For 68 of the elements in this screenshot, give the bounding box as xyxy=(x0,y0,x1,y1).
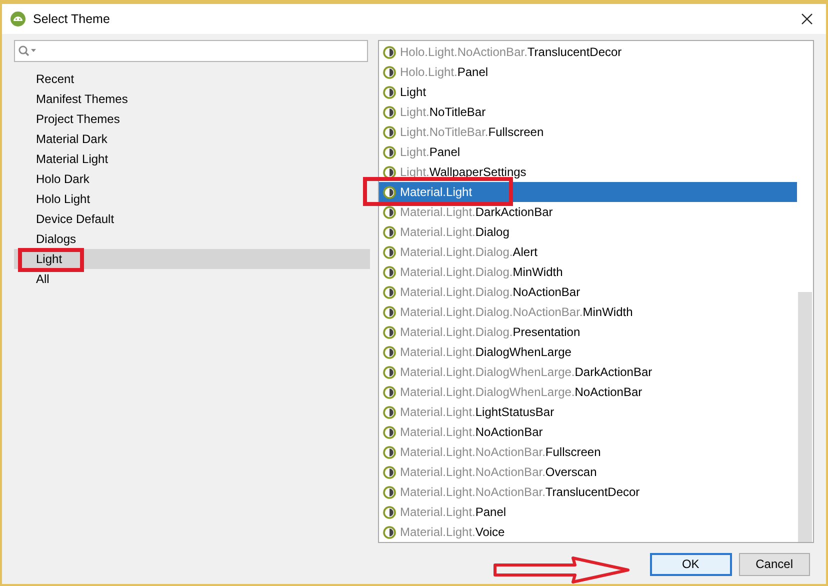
search-icon xyxy=(18,45,38,57)
theme-item[interactable]: Material.Light.Dialog xyxy=(379,222,797,242)
theme-icon xyxy=(383,326,396,338)
theme-icon xyxy=(383,106,396,118)
theme-icon xyxy=(383,206,396,218)
search-field[interactable] xyxy=(14,40,368,62)
theme-icon xyxy=(383,486,396,498)
theme-icon xyxy=(383,506,396,518)
theme-icon xyxy=(383,406,396,418)
theme-item[interactable]: Material.Light.Dialog.Presentation xyxy=(379,322,797,342)
theme-icon xyxy=(383,146,396,158)
theme-icon xyxy=(383,466,396,478)
scrollbar-thumb[interactable] xyxy=(798,292,812,542)
theme-item[interactable]: Material.Light.DialogWhenLarge.DarkActionBar xyxy=(379,362,797,382)
theme-icon xyxy=(383,446,396,458)
category-item[interactable]: All xyxy=(14,269,370,289)
theme-icon xyxy=(383,46,396,58)
category-item[interactable]: Manifest Themes xyxy=(14,89,370,109)
theme-item[interactable]: Material.Light.Panel xyxy=(379,502,797,522)
theme-item[interactable]: Material.Light.Dialog.MinWidth xyxy=(379,262,797,282)
category-item[interactable]: Holo Dark xyxy=(14,169,370,189)
theme-item[interactable]: Material.Light xyxy=(379,182,797,202)
dialog-button[interactable]: OK xyxy=(650,552,732,576)
category-item[interactable]: Project Themes xyxy=(14,109,370,129)
category-item[interactable]: Recent xyxy=(14,69,370,89)
theme-icon xyxy=(383,346,396,358)
dialog-button[interactable]: Cancel xyxy=(738,552,810,576)
theme-icon xyxy=(383,246,396,258)
theme-item[interactable]: Material.Light.NoActionBar.TranslucentDecor xyxy=(379,482,797,502)
theme-icon xyxy=(383,266,396,278)
theme-icon xyxy=(383,366,396,378)
theme-item[interactable]: Material.Light.NoActionBar xyxy=(379,422,797,442)
android-icon xyxy=(10,11,26,27)
theme-item[interactable]: Material.Light.Voice xyxy=(379,522,797,542)
category-item[interactable]: Light xyxy=(14,249,370,269)
category-item[interactable]: Device Default xyxy=(14,209,370,229)
theme-icon xyxy=(383,186,396,198)
theme-icon xyxy=(383,126,396,138)
theme-icon xyxy=(383,426,396,438)
theme-icon xyxy=(383,166,396,178)
theme-icon xyxy=(383,306,396,318)
theme-item[interactable]: Holo.Light.NoActionBar.TranslucentDecor xyxy=(379,42,797,62)
theme-item[interactable]: Light.Panel xyxy=(379,142,797,162)
theme-item[interactable]: Light.NoTitleBar xyxy=(379,102,797,122)
theme-item[interactable]: Material.Light.Dialog.NoActionBar xyxy=(379,282,797,302)
window-title: Select Theme xyxy=(33,12,111,26)
category-item[interactable]: Material Light xyxy=(14,149,370,169)
theme-item[interactable]: Material.Light.NoActionBar.Fullscreen xyxy=(379,442,797,462)
theme-item[interactable]: Material.Light.DialogWhenLarge xyxy=(379,342,797,362)
theme-item[interactable]: Material.Light.NoActionBar.Overscan xyxy=(379,462,797,482)
theme-icon xyxy=(383,66,396,78)
theme-item[interactable]: Material.Light.DialogWhenLarge.NoActionBar xyxy=(379,382,797,402)
category-item[interactable]: Dialogs xyxy=(14,229,370,249)
theme-icon xyxy=(383,86,396,98)
theme-icon xyxy=(383,386,396,398)
theme-item[interactable]: Material.Light.Dialog.NoActionBar.MinWidth xyxy=(379,302,797,322)
category-item[interactable]: Holo Light xyxy=(14,189,370,209)
theme-item[interactable]: Holo.Light.Panel xyxy=(379,62,797,82)
theme-item[interactable]: Light.NoTitleBar.Fullscreen xyxy=(379,122,797,142)
category-item[interactable]: Material Dark xyxy=(14,129,370,149)
theme-item[interactable]: Light xyxy=(379,82,797,102)
theme-item[interactable]: Material.Light.LightStatusBar xyxy=(379,402,797,422)
theme-icon xyxy=(383,286,396,298)
theme-icon xyxy=(383,226,396,238)
theme-item[interactable]: Material.Light.DarkActionBar xyxy=(379,202,797,222)
highlight-frame xyxy=(18,248,84,272)
theme-item[interactable]: Material.Light.Dialog.Alert xyxy=(379,242,797,262)
theme-icon xyxy=(383,526,396,538)
